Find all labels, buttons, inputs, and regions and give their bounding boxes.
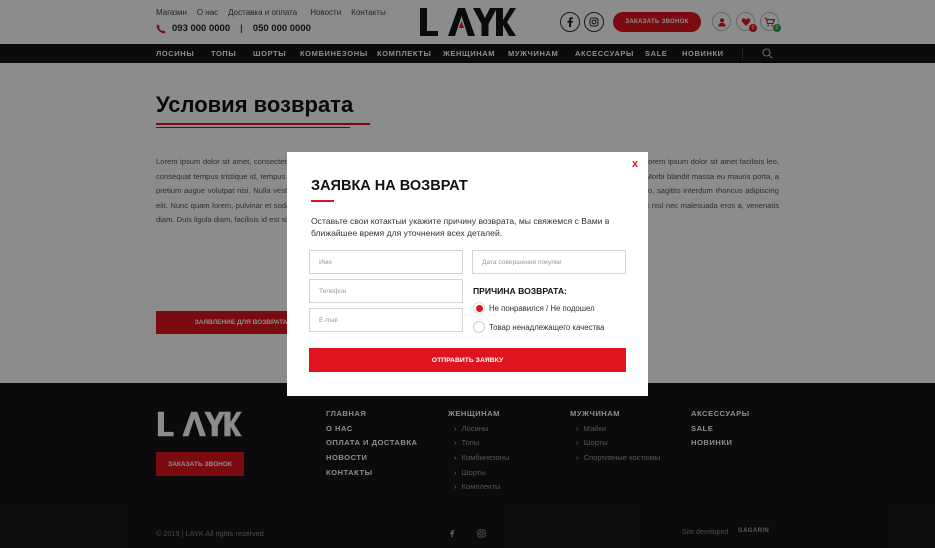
reason-radio-2[interactable] xyxy=(473,321,485,333)
purchase-date-input[interactable]: Дата совершения покупки xyxy=(472,250,626,274)
reason-radio-1[interactable] xyxy=(473,302,485,314)
modal-close-button[interactable]: x xyxy=(632,158,638,170)
reason-label-2[interactable]: Товар ненадлежащего качества xyxy=(489,323,604,332)
reason-title: ПРИЧИНА ВОЗВРАТА: xyxy=(473,286,567,296)
email-input[interactable]: E-mail xyxy=(309,308,463,332)
reason-label-1[interactable]: Не понравился / Не подошел xyxy=(489,304,595,313)
name-input[interactable]: Имя xyxy=(309,250,463,274)
page: Магазин О нас Доставка и оплата Новости … xyxy=(0,0,935,548)
submit-button[interactable]: ОТПРАВИТЬ ЗАЯВКУ xyxy=(309,348,626,372)
modal-title-underline xyxy=(311,200,334,202)
modal-description: Оставьте свои котактыи укажите причину в… xyxy=(311,216,610,238)
phone-input[interactable]: Телефон xyxy=(309,279,463,303)
modal-title: ЗАЯВКА НА ВОЗВРАТ xyxy=(311,178,468,194)
radio-dot xyxy=(475,304,483,312)
